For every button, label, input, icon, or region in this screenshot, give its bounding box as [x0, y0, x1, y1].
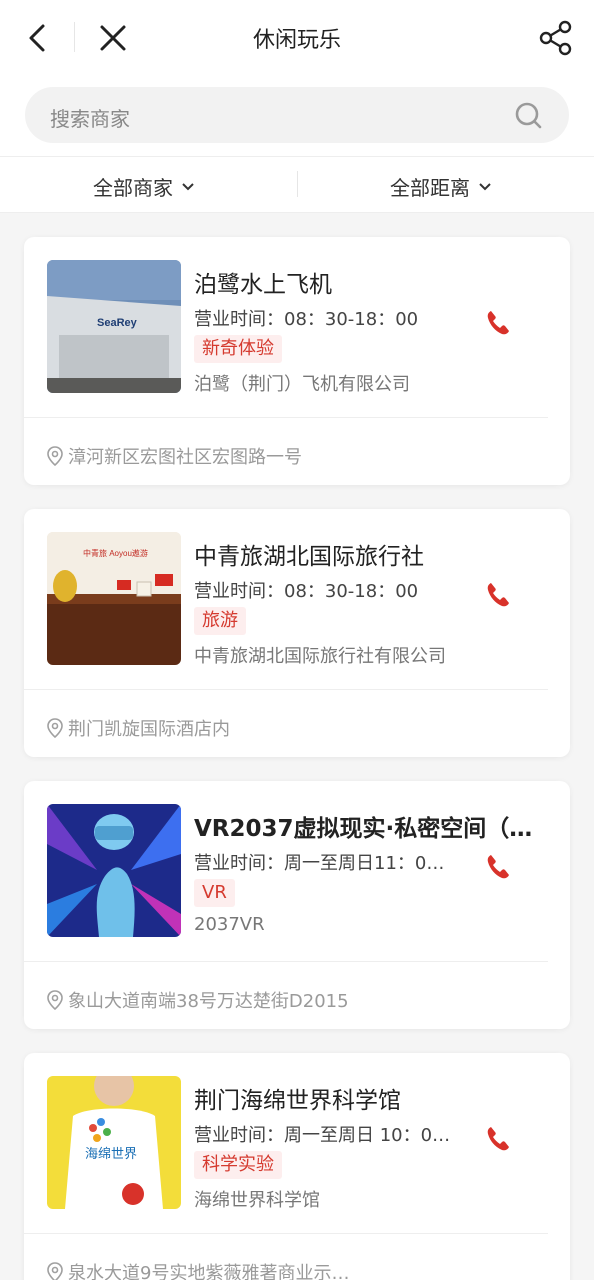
address-text: 象山大道南端38号万达楚街D2015 — [68, 991, 349, 1012]
filter-label: 全部商家 — [93, 176, 173, 200]
filter-label: 全部距离 — [390, 176, 470, 200]
merchant-card[interactable]: SeaRey 泊鹭水上飞机 营业时间：08：30-18：00 新奇体验 泊鹭（荆… — [24, 237, 570, 485]
merchant-card[interactable]: VR2037虚拟现实·私密空间（… 营业时间：周一至周日11：00… VR 20… — [24, 781, 570, 1029]
thumb-brand-text: 中青旅 Aoyou遨游 — [83, 548, 148, 558]
merchant-name: 中青旅湖北国际旅行社 — [194, 544, 424, 570]
merchant-name: 荆门海绵世界科学馆 — [194, 1088, 401, 1114]
company-name: 2037VR — [194, 914, 265, 935]
merchant-thumbnail — [47, 804, 181, 937]
merchant-filter-dropdown[interactable]: 全部商家 — [93, 172, 195, 201]
card-divider — [24, 417, 548, 418]
category-tag: VR — [194, 879, 235, 907]
distance-filter-dropdown[interactable]: 全部距离 — [390, 172, 492, 201]
phone-icon[interactable] — [482, 307, 514, 339]
share-button[interactable] — [536, 18, 576, 58]
address-row: 泉水大道9号实地紫薇雅著商业示… — [46, 1259, 349, 1280]
page-title: 休闲玩乐 — [252, 28, 341, 53]
phone-icon[interactable] — [482, 579, 514, 611]
merchant-name: VR2037虚拟现实·私密空间（… — [194, 816, 533, 842]
share-icon — [539, 20, 572, 56]
thumb-brand-text: 海绵世界 — [85, 1147, 137, 1162]
business-hours: 营业时间：08：30-18：00 — [194, 309, 419, 330]
merchant-thumbnail: 海绵世界 — [47, 1076, 181, 1209]
card-divider — [24, 961, 548, 962]
merchant-thumbnail: 中青旅 Aoyou遨游 — [47, 532, 181, 665]
search-section: 搜索商家 — [0, 76, 594, 156]
search-placeholder: 搜索商家 — [50, 107, 130, 131]
merchant-name: 泊鹭水上飞机 — [194, 272, 332, 298]
chevron-down-icon — [182, 182, 194, 190]
filter-divider — [297, 171, 298, 197]
phone-icon[interactable] — [482, 1123, 514, 1155]
phone-icon[interactable] — [482, 851, 514, 883]
filter-bar: 全部商家 全部距离 — [0, 156, 594, 213]
address-text: 漳河新区宏图社区宏图路一号 — [68, 447, 302, 468]
location-pin-icon — [47, 446, 63, 466]
category-tag: 新奇体验 — [194, 335, 282, 363]
chevron-down-icon — [479, 182, 491, 190]
merchant-card[interactable]: 中青旅 Aoyou遨游 中青旅湖北国际旅行社 营业时间：08：30-18：00 … — [24, 509, 570, 757]
address-text: 荆门凯旋国际酒店内 — [68, 719, 230, 740]
card-divider — [24, 1233, 548, 1234]
location-pin-icon — [47, 718, 63, 738]
address-row: 象山大道南端38号万达楚街D2015 — [46, 987, 349, 1013]
location-pin-icon — [47, 1262, 63, 1280]
top-bar: 休闲玩乐 — [0, 0, 594, 76]
address-row: 荆门凯旋国际酒店内 — [46, 715, 230, 741]
company-name: 中青旅湖北国际旅行社有限公司 — [194, 646, 446, 667]
address-text: 泉水大道9号实地紫薇雅著商业示… — [68, 1263, 350, 1280]
category-tag: 科学实验 — [194, 1151, 282, 1179]
thumb-brand-text: SeaRey — [97, 317, 138, 329]
category-tag: 旅游 — [194, 607, 246, 635]
business-hours: 营业时间：08：30-18：00 — [194, 581, 419, 602]
business-hours: 营业时间：周一至周日 10：0… — [194, 1125, 451, 1146]
company-name: 泊鹭（荆门）飞机有限公司 — [194, 374, 410, 395]
search-icon[interactable] — [513, 100, 545, 132]
merchant-card[interactable]: 海绵世界 荆门海绵世界科学馆 营业时间：周一至周日 10：0… 科学实验 海绵世… — [24, 1053, 570, 1280]
card-divider — [24, 689, 548, 690]
address-row: 漳河新区宏图社区宏图路一号 — [46, 443, 302, 469]
business-hours: 营业时间：周一至周日11：00… — [194, 853, 452, 874]
merchant-thumbnail: SeaRey — [47, 260, 181, 393]
company-name: 海绵世界科学馆 — [194, 1190, 320, 1211]
location-pin-icon — [47, 990, 63, 1010]
search-input[interactable]: 搜索商家 — [25, 87, 569, 143]
